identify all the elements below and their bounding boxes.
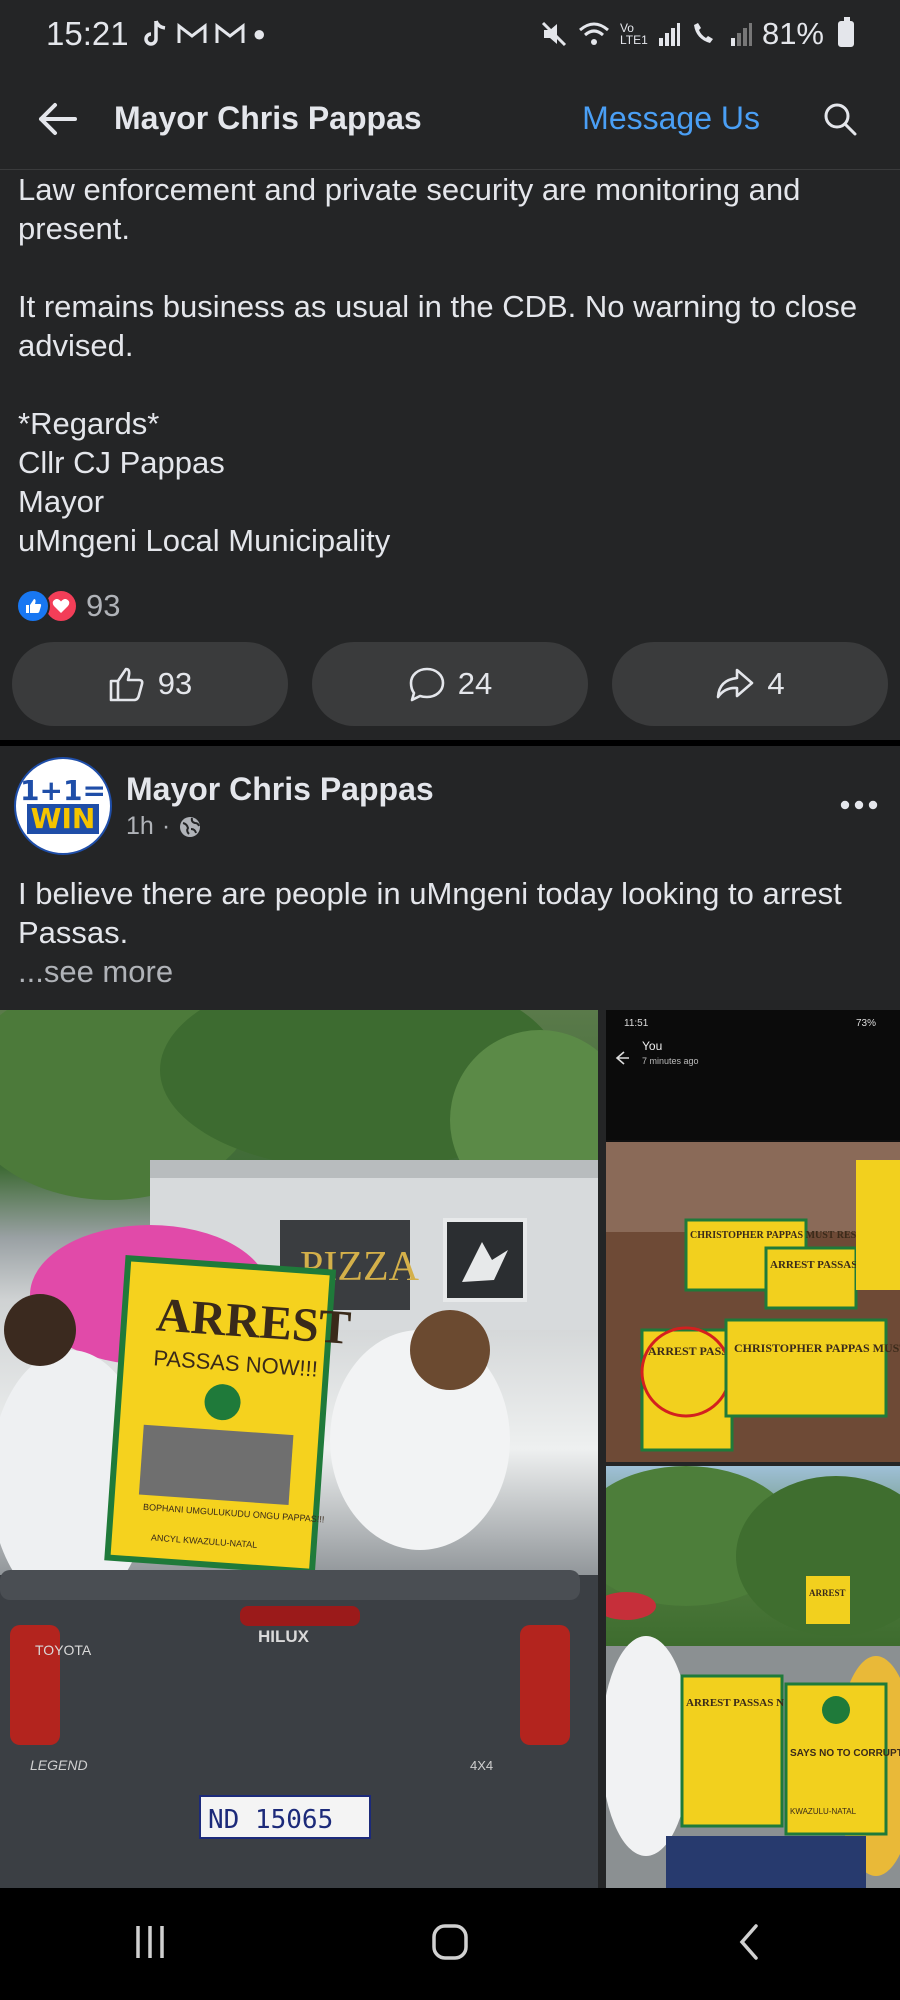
page-header: Mayor Chris Pappas Message Us <box>0 68 900 170</box>
truck-badge-text: 4X4 <box>470 1758 493 1773</box>
recent-apps-icon <box>136 1925 164 1958</box>
globe-icon <box>180 816 201 837</box>
gmail-icon <box>215 23 245 43</box>
post-photo-main[interactable]: PIZZA ARREST PASSAS NOW!!! BOPHANI UMGUL… <box>0 1010 598 1888</box>
share-icon <box>717 668 754 699</box>
avatar[interactable]: 1+1= WIN <box>14 757 112 855</box>
signature-line: uMngeni Local Municipality <box>18 523 391 558</box>
r1-sign-a: CHRISTOPHER PAPPAS MUST RESIGN <box>690 1230 876 1241</box>
post-photo-march[interactable]: ARREST PASSAS NOW!!! SAYS NO TO CORRUPTI… <box>606 1466 900 1888</box>
status-time: 15:21 <box>46 15 129 52</box>
gmail-icon <box>177 23 207 43</box>
screenshot-subtitle: 7 minutes ago <box>642 1056 699 1066</box>
post-author[interactable]: Mayor Chris Pappas <box>126 771 434 808</box>
chevron-left-icon <box>739 1923 758 1960</box>
like-count: 93 <box>157 666 193 701</box>
back-button[interactable] <box>0 68 114 170</box>
protest-truck-photo: PIZZA ARREST PASSAS NOW!!! BOPHANI UMGUL… <box>0 1010 598 1888</box>
dot-icon: ● <box>252 21 266 46</box>
post-paragraph: Law enforcement and private security are… <box>18 172 801 246</box>
separator: · <box>161 812 171 840</box>
reaction-count: 93 <box>86 588 121 623</box>
comment-icon <box>409 667 445 702</box>
like-button[interactable]: 93 <box>12 642 288 726</box>
message-us-button[interactable]: Message Us <box>582 100 760 137</box>
wifi-icon <box>578 22 609 45</box>
arrow-left-icon <box>39 102 77 135</box>
post-body: I believe there are people in uMngeni to… <box>18 874 888 991</box>
signature-line: Mayor <box>18 484 105 519</box>
previous-post-text: Law enforcement and private security are… <box>18 170 888 560</box>
post-text: I believe there are people in uMngeni to… <box>18 876 842 950</box>
like-reaction-icon <box>16 589 50 623</box>
status-bar: 15:21 ● Vo LTE1 81% <box>0 0 900 68</box>
post-subtitle: 1h · <box>126 812 434 841</box>
avatar-text-top: 1+1= <box>20 774 106 807</box>
r1-sign-c: CHRISTOPHER PAPPAS MUST RESIGN <box>734 1341 900 1355</box>
post-photo-screenshot[interactable]: 11:51 73% You 7 minutes ago CHRISTOPHER … <box>606 1010 900 1462</box>
comment-count: 24 <box>457 666 493 701</box>
system-nav-bar <box>0 1888 900 2000</box>
mute-icon <box>541 21 567 47</box>
home-icon <box>432 1923 468 1960</box>
r2-sign-c: ARREST <box>809 1588 846 1598</box>
post-paragraph: It remains business as usual in the CDB.… <box>18 289 858 363</box>
signature-line: *Regards* <box>18 406 160 441</box>
r2-sign-b: SAYS NO TO CORRUPTION <box>790 1748 900 1759</box>
license-plate-text: ND 15065 <box>208 1805 333 1835</box>
battery-level: 81% <box>761 16 824 51</box>
r2-sign-b-org: KWAZULU-NATAL <box>790 1807 857 1816</box>
post-time[interactable]: 1h <box>126 812 154 841</box>
post-media-grid: PIZZA ARREST PASSAS NOW!!! BOPHANI UMGUL… <box>0 1010 900 1888</box>
post-actions: 93 24 4 <box>12 642 888 726</box>
share-count: 4 <box>767 666 785 701</box>
home-button[interactable] <box>430 1922 470 1967</box>
more-dots-icon <box>840 800 878 810</box>
screenshot-battery: 73% <box>856 1018 876 1029</box>
thumbs-up-icon <box>109 667 144 702</box>
signature-line: Cllr CJ Pappas <box>18 445 225 480</box>
see-more-link[interactable]: ...see more <box>18 952 888 991</box>
battery-icon <box>838 17 854 47</box>
back-nav-button[interactable] <box>730 1922 770 1967</box>
search-button[interactable] <box>810 101 870 137</box>
truck-brand-text: TOYOTA <box>35 1642 92 1658</box>
wifi-calling-icon <box>693 23 713 43</box>
truck-model-text: HILUX <box>258 1627 310 1646</box>
lte-signal-icon <box>658 23 680 46</box>
more-options-button[interactable] <box>840 797 878 815</box>
screenshot-sender: You <box>642 1039 662 1053</box>
truck-trim-text: LEGEND <box>30 1757 88 1773</box>
tiktok-icon <box>143 20 165 46</box>
screenshot-photo: 11:51 73% You 7 minutes ago CHRISTOPHER … <box>606 1010 900 1462</box>
lte-label: Vo LTE1 <box>619 21 648 47</box>
post-meta: Mayor Chris Pappas 1h · <box>126 771 434 841</box>
share-button[interactable]: 4 <box>612 642 888 726</box>
comment-button[interactable]: 24 <box>312 642 588 726</box>
march-photo: ARREST PASSAS NOW!!! SAYS NO TO CORRUPTI… <box>606 1466 900 1888</box>
signal-icon <box>730 23 752 46</box>
screenshot-time: 11:51 <box>624 1018 649 1029</box>
avatar-text-bottom: WIN <box>26 804 100 834</box>
recent-apps-button[interactable] <box>130 1922 170 1967</box>
post-header: 1+1= WIN Mayor Chris Pappas 1h · <box>0 746 900 866</box>
search-icon <box>824 103 857 135</box>
reaction-summary[interactable]: 93 <box>16 588 120 624</box>
page-title: Mayor Chris Pappas <box>114 100 422 136</box>
